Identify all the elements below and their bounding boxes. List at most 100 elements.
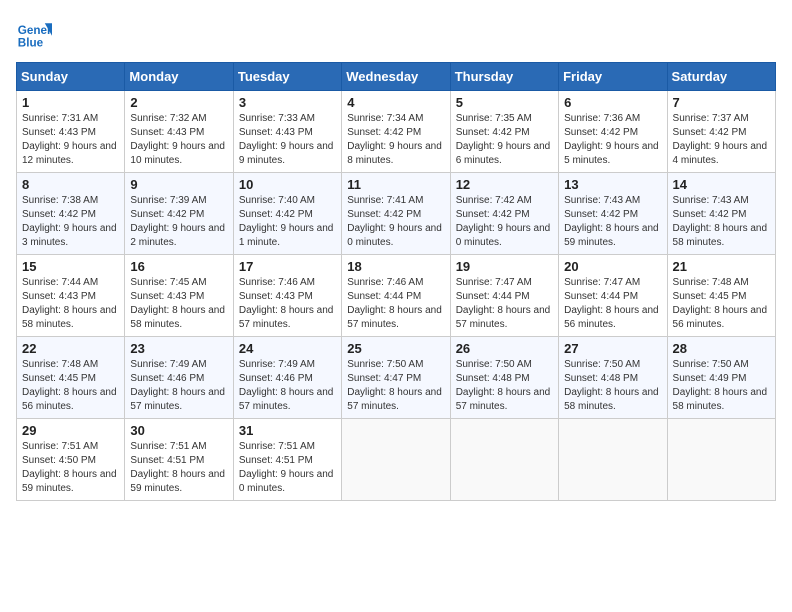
calendar-cell: 27 Sunrise: 7:50 AM Sunset: 4:48 PM Dayl…: [559, 337, 667, 419]
day-number: 15: [22, 259, 119, 274]
calendar-cell: 9 Sunrise: 7:39 AM Sunset: 4:42 PM Dayli…: [125, 173, 233, 255]
calendar-day-header: Monday: [125, 63, 233, 91]
day-number: 21: [673, 259, 770, 274]
day-number: 12: [456, 177, 553, 192]
calendar-cell: 25 Sunrise: 7:50 AM Sunset: 4:47 PM Dayl…: [342, 337, 450, 419]
calendar-week-row: 29 Sunrise: 7:51 AM Sunset: 4:50 PM Dayl…: [17, 419, 776, 501]
day-number: 8: [22, 177, 119, 192]
day-number: 24: [239, 341, 336, 356]
calendar-cell: 2 Sunrise: 7:32 AM Sunset: 4:43 PM Dayli…: [125, 91, 233, 173]
cell-content: Sunrise: 7:43 AM Sunset: 4:42 PM Dayligh…: [673, 194, 770, 250]
cell-content: Sunrise: 7:42 AM Sunset: 4:42 PM Dayligh…: [456, 194, 553, 250]
day-number: 10: [239, 177, 336, 192]
calendar-day-header: Sunday: [17, 63, 125, 91]
cell-content: Sunrise: 7:32 AM Sunset: 4:43 PM Dayligh…: [130, 112, 227, 168]
day-number: 22: [22, 341, 119, 356]
logo-icon: General Blue: [16, 16, 52, 52]
cell-content: Sunrise: 7:39 AM Sunset: 4:42 PM Dayligh…: [130, 194, 227, 250]
calendar-cell: 23 Sunrise: 7:49 AM Sunset: 4:46 PM Dayl…: [125, 337, 233, 419]
day-number: 4: [347, 95, 444, 110]
calendar-cell: 16 Sunrise: 7:45 AM Sunset: 4:43 PM Dayl…: [125, 255, 233, 337]
calendar-cell: [667, 419, 775, 501]
calendar-cell: 28 Sunrise: 7:50 AM Sunset: 4:49 PM Dayl…: [667, 337, 775, 419]
calendar-day-header: Wednesday: [342, 63, 450, 91]
calendar-cell: [450, 419, 558, 501]
day-number: 9: [130, 177, 227, 192]
cell-content: Sunrise: 7:46 AM Sunset: 4:43 PM Dayligh…: [239, 276, 336, 332]
cell-content: Sunrise: 7:51 AM Sunset: 4:50 PM Dayligh…: [22, 440, 119, 496]
calendar-cell: 12 Sunrise: 7:42 AM Sunset: 4:42 PM Dayl…: [450, 173, 558, 255]
calendar-cell: 15 Sunrise: 7:44 AM Sunset: 4:43 PM Dayl…: [17, 255, 125, 337]
day-number: 18: [347, 259, 444, 274]
cell-content: Sunrise: 7:44 AM Sunset: 4:43 PM Dayligh…: [22, 276, 119, 332]
calendar-week-row: 1 Sunrise: 7:31 AM Sunset: 4:43 PM Dayli…: [17, 91, 776, 173]
calendar-cell: 30 Sunrise: 7:51 AM Sunset: 4:51 PM Dayl…: [125, 419, 233, 501]
day-number: 19: [456, 259, 553, 274]
day-number: 29: [22, 423, 119, 438]
calendar-cell: 11 Sunrise: 7:41 AM Sunset: 4:42 PM Dayl…: [342, 173, 450, 255]
calendar-day-header: Friday: [559, 63, 667, 91]
day-number: 26: [456, 341, 553, 356]
cell-content: Sunrise: 7:48 AM Sunset: 4:45 PM Dayligh…: [673, 276, 770, 332]
calendar-cell: 31 Sunrise: 7:51 AM Sunset: 4:51 PM Dayl…: [233, 419, 341, 501]
page-header: General Blue: [16, 16, 776, 52]
calendar-cell: 29 Sunrise: 7:51 AM Sunset: 4:50 PM Dayl…: [17, 419, 125, 501]
day-number: 20: [564, 259, 661, 274]
day-number: 1: [22, 95, 119, 110]
day-number: 7: [673, 95, 770, 110]
calendar-cell: 14 Sunrise: 7:43 AM Sunset: 4:42 PM Dayl…: [667, 173, 775, 255]
day-number: 27: [564, 341, 661, 356]
calendar-cell: 1 Sunrise: 7:31 AM Sunset: 4:43 PM Dayli…: [17, 91, 125, 173]
calendar-cell: 3 Sunrise: 7:33 AM Sunset: 4:43 PM Dayli…: [233, 91, 341, 173]
day-number: 25: [347, 341, 444, 356]
day-number: 6: [564, 95, 661, 110]
calendar-day-header: Saturday: [667, 63, 775, 91]
calendar-cell: 26 Sunrise: 7:50 AM Sunset: 4:48 PM Dayl…: [450, 337, 558, 419]
cell-content: Sunrise: 7:47 AM Sunset: 4:44 PM Dayligh…: [564, 276, 661, 332]
calendar-cell: [559, 419, 667, 501]
calendar-day-header: Thursday: [450, 63, 558, 91]
day-number: 11: [347, 177, 444, 192]
calendar-cell: 5 Sunrise: 7:35 AM Sunset: 4:42 PM Dayli…: [450, 91, 558, 173]
day-number: 30: [130, 423, 227, 438]
calendar-cell: 19 Sunrise: 7:47 AM Sunset: 4:44 PM Dayl…: [450, 255, 558, 337]
calendar-cell: 17 Sunrise: 7:46 AM Sunset: 4:43 PM Dayl…: [233, 255, 341, 337]
calendar-cell: 8 Sunrise: 7:38 AM Sunset: 4:42 PM Dayli…: [17, 173, 125, 255]
cell-content: Sunrise: 7:46 AM Sunset: 4:44 PM Dayligh…: [347, 276, 444, 332]
calendar-cell: 6 Sunrise: 7:36 AM Sunset: 4:42 PM Dayli…: [559, 91, 667, 173]
calendar-cell: 20 Sunrise: 7:47 AM Sunset: 4:44 PM Dayl…: [559, 255, 667, 337]
calendar-week-row: 8 Sunrise: 7:38 AM Sunset: 4:42 PM Dayli…: [17, 173, 776, 255]
cell-content: Sunrise: 7:31 AM Sunset: 4:43 PM Dayligh…: [22, 112, 119, 168]
cell-content: Sunrise: 7:49 AM Sunset: 4:46 PM Dayligh…: [130, 358, 227, 414]
logo: General Blue: [16, 16, 52, 52]
cell-content: Sunrise: 7:33 AM Sunset: 4:43 PM Dayligh…: [239, 112, 336, 168]
day-number: 31: [239, 423, 336, 438]
day-number: 5: [456, 95, 553, 110]
calendar-cell: 21 Sunrise: 7:48 AM Sunset: 4:45 PM Dayl…: [667, 255, 775, 337]
cell-content: Sunrise: 7:51 AM Sunset: 4:51 PM Dayligh…: [130, 440, 227, 496]
cell-content: Sunrise: 7:41 AM Sunset: 4:42 PM Dayligh…: [347, 194, 444, 250]
calendar-cell: 22 Sunrise: 7:48 AM Sunset: 4:45 PM Dayl…: [17, 337, 125, 419]
cell-content: Sunrise: 7:49 AM Sunset: 4:46 PM Dayligh…: [239, 358, 336, 414]
cell-content: Sunrise: 7:35 AM Sunset: 4:42 PM Dayligh…: [456, 112, 553, 168]
calendar-cell: 7 Sunrise: 7:37 AM Sunset: 4:42 PM Dayli…: [667, 91, 775, 173]
calendar-cell: 18 Sunrise: 7:46 AM Sunset: 4:44 PM Dayl…: [342, 255, 450, 337]
day-number: 17: [239, 259, 336, 274]
day-number: 16: [130, 259, 227, 274]
svg-text:Blue: Blue: [18, 37, 44, 50]
cell-content: Sunrise: 7:47 AM Sunset: 4:44 PM Dayligh…: [456, 276, 553, 332]
calendar-cell: 24 Sunrise: 7:49 AM Sunset: 4:46 PM Dayl…: [233, 337, 341, 419]
day-number: 14: [673, 177, 770, 192]
calendar-day-header: Tuesday: [233, 63, 341, 91]
calendar-cell: 13 Sunrise: 7:43 AM Sunset: 4:42 PM Dayl…: [559, 173, 667, 255]
cell-content: Sunrise: 7:50 AM Sunset: 4:47 PM Dayligh…: [347, 358, 444, 414]
cell-content: Sunrise: 7:50 AM Sunset: 4:48 PM Dayligh…: [564, 358, 661, 414]
calendar-week-row: 22 Sunrise: 7:48 AM Sunset: 4:45 PM Dayl…: [17, 337, 776, 419]
day-number: 3: [239, 95, 336, 110]
cell-content: Sunrise: 7:48 AM Sunset: 4:45 PM Dayligh…: [22, 358, 119, 414]
cell-content: Sunrise: 7:50 AM Sunset: 4:49 PM Dayligh…: [673, 358, 770, 414]
cell-content: Sunrise: 7:40 AM Sunset: 4:42 PM Dayligh…: [239, 194, 336, 250]
cell-content: Sunrise: 7:45 AM Sunset: 4:43 PM Dayligh…: [130, 276, 227, 332]
calendar-cell: 10 Sunrise: 7:40 AM Sunset: 4:42 PM Dayl…: [233, 173, 341, 255]
calendar-cell: [342, 419, 450, 501]
